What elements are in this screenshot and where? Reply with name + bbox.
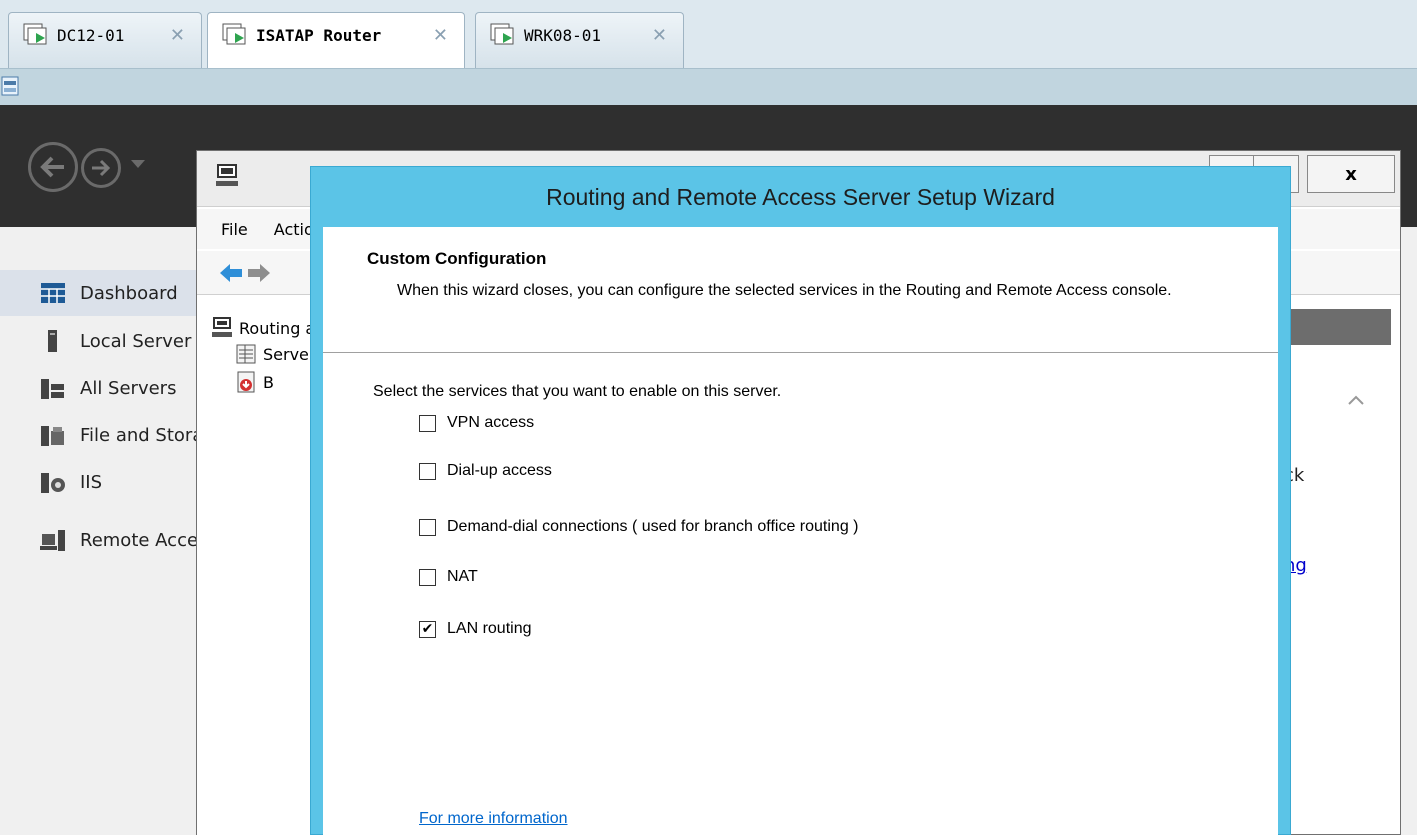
iis-icon [41, 473, 65, 493]
wizard-prompt: Select the services that you want to ena… [373, 383, 782, 400]
wizard-titlebar: Routing and Remote Access Server Setup W… [311, 167, 1290, 227]
vm-tab-isatap-router[interactable]: ISATAP Router ✕ [207, 12, 465, 68]
server-down-icon [237, 371, 255, 393]
option-dial-up-access[interactable]: Dial-up access [419, 459, 552, 483]
wizard-header: Custom Configuration When this wizard cl… [323, 227, 1278, 353]
vm-tab-label: WRK08-01 [524, 26, 602, 45]
vm-console-icon [23, 23, 47, 45]
option-label: Dial-up access [447, 462, 552, 479]
rras-icon [216, 164, 238, 186]
option-label: Demand-dial connections ( used for branc… [447, 518, 859, 535]
wizard-body: Custom Configuration When this wizard cl… [323, 227, 1278, 835]
close-button[interactable]: x [1307, 155, 1395, 193]
vm-tab-strip: DC12-01 ✕ ISATAP Router ✕ WRK08-01 ✕ [0, 0, 1417, 68]
chevron-up-icon[interactable] [1347, 387, 1365, 411]
tree-item-label: B [263, 372, 274, 392]
rras-tree-pane: Routing and Remote Access Server Status … [197, 297, 462, 835]
vm-tab-wrk08-01[interactable]: WRK08-01 ✕ [475, 12, 684, 68]
close-icon[interactable]: ✕ [652, 23, 667, 49]
vm-toolbar [0, 68, 1417, 105]
close-icon[interactable]: ✕ [170, 23, 185, 49]
checkbox-checked[interactable]: ✔ [419, 620, 436, 638]
vm-tab-label: ISATAP Router [256, 26, 382, 45]
file-storage-icon [41, 426, 64, 446]
option-nat[interactable]: NAT [419, 565, 478, 589]
remote-access-icon [40, 530, 65, 551]
option-lan-routing[interactable]: ✔ LAN routing [419, 617, 532, 641]
vm-tab-label: DC12-01 [57, 26, 125, 45]
option-demand-dial[interactable]: Demand-dial connections ( used for branc… [419, 515, 858, 539]
sidebar-item-label: IIS [80, 471, 103, 493]
tree-item-server[interactable]: B [235, 369, 274, 395]
option-label: NAT [447, 568, 478, 585]
wizard-description: When this wizard closes, you can configu… [397, 282, 1172, 299]
server-status-icon [236, 344, 256, 364]
more-information-link[interactable]: For more information [419, 810, 568, 828]
sidebar-item-dashboard[interactable]: Dashboard [0, 270, 205, 316]
checkbox[interactable] [419, 462, 436, 480]
all-servers-icon [41, 379, 64, 399]
sidebar-item-label: Dashboard [80, 282, 178, 304]
option-label: LAN routing [447, 620, 532, 637]
vm-console-icon [222, 23, 246, 45]
sidebar-item-label: Remote Access [80, 529, 205, 551]
sidebar-item-remote-access[interactable]: Remote Access [0, 517, 205, 563]
sidebar-item-label: Local Server [80, 330, 192, 352]
vm-settings-icon[interactable] [0, 73, 22, 99]
forward-arrow-icon[interactable] [247, 263, 271, 283]
option-vpn-access[interactable]: VPN access [419, 411, 534, 435]
back-arrow-icon[interactable] [219, 263, 243, 283]
dashboard-icon [41, 283, 65, 303]
sidebar-item-label: File and Storage Services [80, 424, 205, 446]
sidebar-item-local-server[interactable]: Local Server [0, 318, 205, 364]
vm-console-icon [490, 23, 514, 45]
local-server-icon [48, 330, 57, 352]
checkbox[interactable] [419, 414, 436, 432]
sidebar-item-iis[interactable]: IIS [0, 459, 205, 505]
sidebar-item-file-storage[interactable]: File and Storage Services [0, 412, 205, 458]
close-icon[interactable]: ✕ [433, 23, 448, 49]
close-icon: x [1345, 163, 1357, 185]
vm-tab-dc12-01[interactable]: DC12-01 ✕ [8, 12, 202, 68]
option-label: VPN access [447, 414, 535, 431]
arrow-right-icon [92, 159, 111, 177]
sidebar-item-all-servers[interactable]: All Servers [0, 365, 205, 411]
back-button[interactable] [28, 142, 78, 192]
rras-icon [212, 317, 232, 337]
sidebar-item-label: All Servers [80, 377, 177, 399]
wizard-title: Routing and Remote Access Server Setup W… [546, 183, 1055, 210]
forward-button[interactable] [81, 148, 121, 188]
setup-wizard-dialog: Routing and Remote Access Server Setup W… [310, 166, 1291, 835]
checkbox[interactable] [419, 518, 436, 536]
chevron-down-icon[interactable] [131, 160, 145, 168]
checkbox[interactable] [419, 568, 436, 586]
arrow-left-icon [40, 156, 64, 178]
wizard-heading: Custom Configuration [367, 249, 547, 268]
menu-file[interactable]: File [221, 220, 248, 239]
server-manager-sidebar: Dashboard Local Server All Servers File … [0, 227, 205, 835]
